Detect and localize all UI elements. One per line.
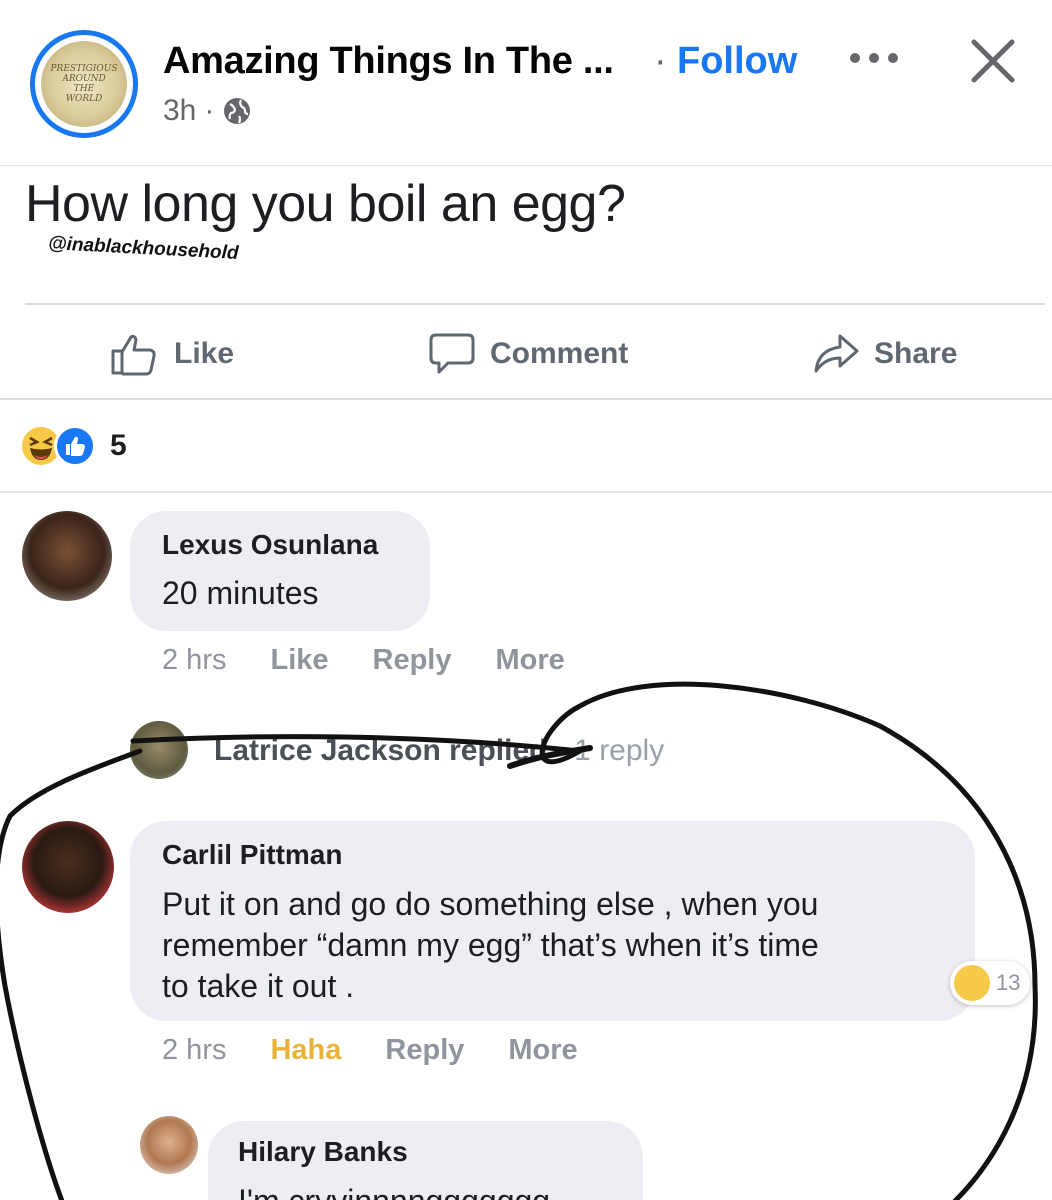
comment-reaction-count: 13: [996, 970, 1021, 995]
comment-actions: 2 hrs Like Reply More: [162, 644, 565, 677]
haha-emoji-icon: [954, 965, 990, 1001]
meta-separator: ·: [204, 94, 215, 127]
divider: [0, 491, 1052, 493]
globe-icon[interactable]: [222, 96, 252, 126]
view-replies-link[interactable]: Latrice Jackson replied · 1 reply: [214, 734, 664, 768]
comment-text-line: remember “damn my egg” that’s when it’s …: [162, 927, 819, 963]
reply-summary-author: Latrice Jackson replied: [214, 734, 548, 767]
comment-author[interactable]: Hilary Banks: [238, 1136, 408, 1168]
like-label: Like: [174, 337, 235, 370]
post-actions: Like Comment Share: [0, 316, 1052, 396]
comment-text: 20 minutes: [162, 575, 319, 611]
comment-more-button[interactable]: More: [508, 1034, 577, 1067]
page-name-link[interactable]: Amazing Things In The ...: [163, 40, 614, 83]
comment-text: Put it on and go do something else , whe…: [162, 884, 962, 1007]
like-button[interactable]: Like: [110, 332, 234, 376]
like-emoji-icon: [54, 425, 96, 467]
post-question: How long you boil an egg?: [25, 175, 626, 233]
avatar-text: AROUND: [62, 74, 106, 84]
comment-icon: [429, 333, 475, 374]
comment-text: I'm cryyinnnnggggggg: [238, 1181, 550, 1200]
comment-reply-button[interactable]: Reply: [373, 644, 452, 677]
watermark: @inablackhousehold: [47, 233, 240, 264]
divider: [0, 398, 1052, 400]
share-icon: [814, 334, 859, 373]
share-label: Share: [874, 337, 958, 370]
comment-label: Comment: [490, 337, 629, 370]
avatar-text: WORLD: [65, 94, 103, 104]
comment-reply-button[interactable]: Reply: [385, 1034, 464, 1067]
comment-time[interactable]: 2 hrs: [162, 644, 226, 677]
close-icon[interactable]: [968, 36, 1018, 86]
comment-text-line: to take it out .: [162, 968, 355, 1004]
post-meta: 3h ·: [163, 94, 252, 128]
comment-time[interactable]: 2 hrs: [162, 1034, 226, 1067]
post-age[interactable]: 3h: [163, 94, 196, 128]
post-image[interactable]: How long you boil an egg? @inablackhouse…: [0, 165, 1052, 1200]
comment-author[interactable]: Lexus Osunlana: [162, 529, 378, 561]
separator: ·: [654, 40, 667, 82]
comment-reaction-badge[interactable]: 13: [950, 961, 1030, 1005]
divider: [25, 303, 1045, 305]
comment-text-line: Put it on and go do something else , whe…: [162, 886, 819, 922]
reaction-count: 5: [110, 429, 127, 462]
reply-summary-count: · 1 reply: [555, 734, 665, 767]
comment-actions: 2 hrs Haha Reply More: [162, 1034, 578, 1067]
page-avatar[interactable]: PRESTIGIOUS AROUND THE WORLD: [30, 30, 138, 138]
comment-more-button[interactable]: More: [496, 644, 565, 677]
post-header: PRESTIGIOUS AROUND THE WORLD Amazing Thi…: [0, 0, 1052, 160]
reaction-summary[interactable]: 5: [20, 424, 127, 468]
avatar[interactable]: [130, 721, 188, 779]
avatar-text: PRESTIGIOUS: [50, 64, 118, 74]
comment-author[interactable]: Carlil Pittman: [162, 839, 342, 871]
comment-like-button[interactable]: Like: [270, 644, 328, 677]
avatar-text: THE: [73, 84, 95, 94]
avatar[interactable]: [140, 1116, 198, 1174]
avatar[interactable]: [22, 821, 114, 913]
comment-haha-button[interactable]: Haha: [270, 1034, 341, 1067]
more-options-icon[interactable]: [850, 38, 898, 78]
comment-button[interactable]: Comment: [428, 332, 628, 376]
share-button[interactable]: Share: [812, 332, 957, 376]
follow-button[interactable]: Follow: [677, 40, 797, 83]
thumbs-up-icon: [111, 334, 156, 376]
page-avatar-image: PRESTIGIOUS AROUND THE WORLD: [41, 41, 127, 127]
avatar[interactable]: [22, 511, 112, 601]
